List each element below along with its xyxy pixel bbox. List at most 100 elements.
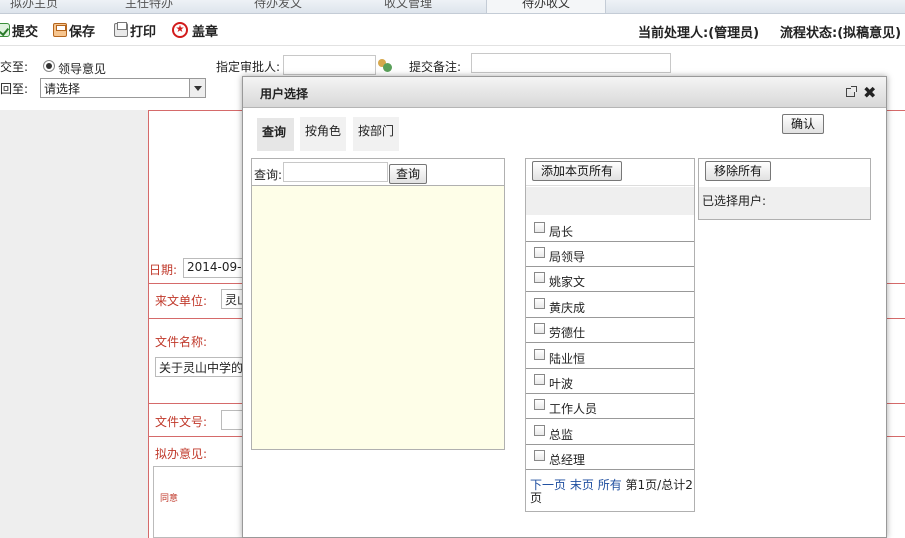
selected-users-area: 已选择用户: xyxy=(699,187,870,219)
user-name: 黄庆成 xyxy=(549,301,586,315)
opinion-textarea[interactable]: 同意 xyxy=(153,466,248,538)
submit-to-label: 交至: xyxy=(0,60,29,74)
user-list-header: 添加本页所有 xyxy=(526,159,694,186)
pagination: 下一页 末页 所有 第1页/总计2 页 xyxy=(530,479,694,505)
print-icon xyxy=(114,22,128,37)
confirm-button[interactable]: 确认 xyxy=(782,114,825,134)
leader-opinion-label: 领导意见 xyxy=(58,62,107,76)
leader-opinion-radio[interactable] xyxy=(43,60,55,72)
checkbox[interactable] xyxy=(534,399,545,410)
submit-button[interactable]: 提交 xyxy=(0,20,38,40)
list-item[interactable]: 总监 xyxy=(526,420,694,445)
checkbox[interactable] xyxy=(534,298,545,309)
tab-receive-manage[interactable]: 收文管理 xyxy=(384,0,432,13)
return-to-label: 回至: xyxy=(0,82,29,96)
save-button[interactable]: 保存 xyxy=(53,20,95,40)
checkbox[interactable] xyxy=(534,450,545,461)
user-name: 总经理 xyxy=(549,453,586,467)
remove-all-button[interactable]: 移除所有 xyxy=(705,161,772,181)
chevron-down-icon xyxy=(189,79,205,97)
user-name: 姚家文 xyxy=(549,275,586,289)
tab-draft-home[interactable]: 拟办主页 xyxy=(10,0,58,13)
all-pages-link[interactable]: 所有 xyxy=(598,478,622,492)
submit-note-label: 提交备注: xyxy=(409,60,462,74)
page-info-suffix: 页 xyxy=(530,491,543,505)
checkbox[interactable] xyxy=(534,247,545,258)
next-page-link[interactable]: 下一页 xyxy=(530,478,566,492)
seal-label: 盖章 xyxy=(192,24,219,40)
search-input[interactable] xyxy=(283,162,388,182)
tab-pending-send[interactable]: 待办发文 xyxy=(254,0,302,13)
dialog-header: 用户选择 ✖ xyxy=(243,77,886,108)
checkbox[interactable] xyxy=(534,222,545,233)
list-spacer xyxy=(526,187,694,215)
search-result-area xyxy=(252,186,504,449)
user-list-panel: 添加本页所有 局长 局领导 姚家文 黄庆成 劳德仕 陆业恒 叶波 工作人员 总监… xyxy=(525,158,695,512)
file-number-input[interactable] xyxy=(221,410,243,430)
list-item[interactable]: 叶波 xyxy=(526,369,694,394)
checkbox[interactable] xyxy=(534,374,545,385)
opinion-label: 拟办意见: xyxy=(155,447,208,461)
tab-director[interactable]: 主任特办 xyxy=(125,0,173,13)
submit-note-input[interactable] xyxy=(471,53,671,73)
return-to-select[interactable]: 请选择 xyxy=(40,78,206,98)
submit-icon xyxy=(0,23,10,37)
checkbox[interactable] xyxy=(534,349,545,360)
last-page-link[interactable]: 末页 xyxy=(570,478,594,492)
user-name: 劳德仕 xyxy=(549,326,586,340)
list-item[interactable]: 姚家文 xyxy=(526,267,694,292)
user-name: 工作人员 xyxy=(549,402,598,416)
search-panel: 查询: 查询 xyxy=(251,158,505,450)
list-item[interactable]: 总经理 xyxy=(526,445,694,470)
selected-users-label: 已选择用户: xyxy=(702,194,767,208)
checkbox[interactable] xyxy=(534,272,545,283)
list-item[interactable]: 工作人员 xyxy=(526,394,694,419)
checkbox[interactable] xyxy=(534,425,545,436)
user-name: 陆业恒 xyxy=(549,352,586,366)
seal-button[interactable]: ★ 盖章 xyxy=(172,20,218,40)
file-name-label: 文件名称: xyxy=(155,335,208,349)
tab-by-role[interactable]: 按角色 xyxy=(300,117,346,151)
user-name: 总监 xyxy=(549,428,574,442)
save-icon xyxy=(53,23,67,37)
user-picker-icon[interactable] xyxy=(377,59,393,73)
flow-status: 流程状态:(拟稿意见) xyxy=(780,26,902,41)
tab-search[interactable]: 查询 xyxy=(257,117,294,151)
toolbar: 提交 保存 打印 ★ 盖章 当前处理人:(管理员) 流程状态:(拟稿意见) xyxy=(0,14,905,46)
search-bar: 查询: 查询 xyxy=(252,159,504,186)
list-item[interactable]: 局领导 xyxy=(526,242,694,267)
popout-icon[interactable] xyxy=(846,86,857,97)
file-number-label: 文件文号: xyxy=(155,415,208,429)
search-button[interactable]: 查询 xyxy=(389,164,428,184)
add-all-button[interactable]: 添加本页所有 xyxy=(532,161,623,181)
user-name: 叶波 xyxy=(549,377,574,391)
from-unit-input[interactable]: 灵山 xyxy=(221,289,243,309)
search-label: 查询: xyxy=(254,168,283,182)
tab-pending-receive[interactable]: 待办收文 xyxy=(486,0,606,13)
file-name-input[interactable]: 关于灵山中学的 xyxy=(155,357,243,377)
date-input[interactable]: 2014-09- xyxy=(183,258,243,278)
print-label: 打印 xyxy=(130,24,157,40)
page-info: 第1页/总计2 xyxy=(625,478,693,492)
date-label: 日期: xyxy=(149,263,178,277)
from-unit-label: 来文单位: xyxy=(155,294,208,308)
opinion-text: 同意 xyxy=(160,494,179,504)
list-item[interactable]: 黄庆成 xyxy=(526,293,694,318)
close-icon[interactable]: ✖ xyxy=(863,83,876,102)
list-item[interactable]: 局长 xyxy=(526,217,694,242)
user-name: 局领导 xyxy=(549,250,586,264)
list-item[interactable]: 劳德仕 xyxy=(526,318,694,343)
save-label: 保存 xyxy=(69,24,96,40)
dialog-title: 用户选择 xyxy=(260,87,309,101)
user-select-dialog: 用户选择 ✖ 查询 按角色 按部门 确认 查询: 查询 添加本页所有 局长 局领… xyxy=(242,76,887,538)
return-select-value: 请选择 xyxy=(44,82,81,96)
print-button[interactable]: 打印 xyxy=(114,20,156,40)
list-item[interactable]: 陆业恒 xyxy=(526,344,694,369)
checkbox[interactable] xyxy=(534,323,545,334)
seal-icon: ★ xyxy=(172,22,188,38)
tab-by-department[interactable]: 按部门 xyxy=(353,117,399,151)
approver-input[interactable] xyxy=(283,55,376,75)
assign-approver-label: 指定审批人: xyxy=(216,60,281,74)
current-handler: 当前处理人:(管理员) xyxy=(638,26,760,41)
user-name: 局长 xyxy=(549,225,574,239)
